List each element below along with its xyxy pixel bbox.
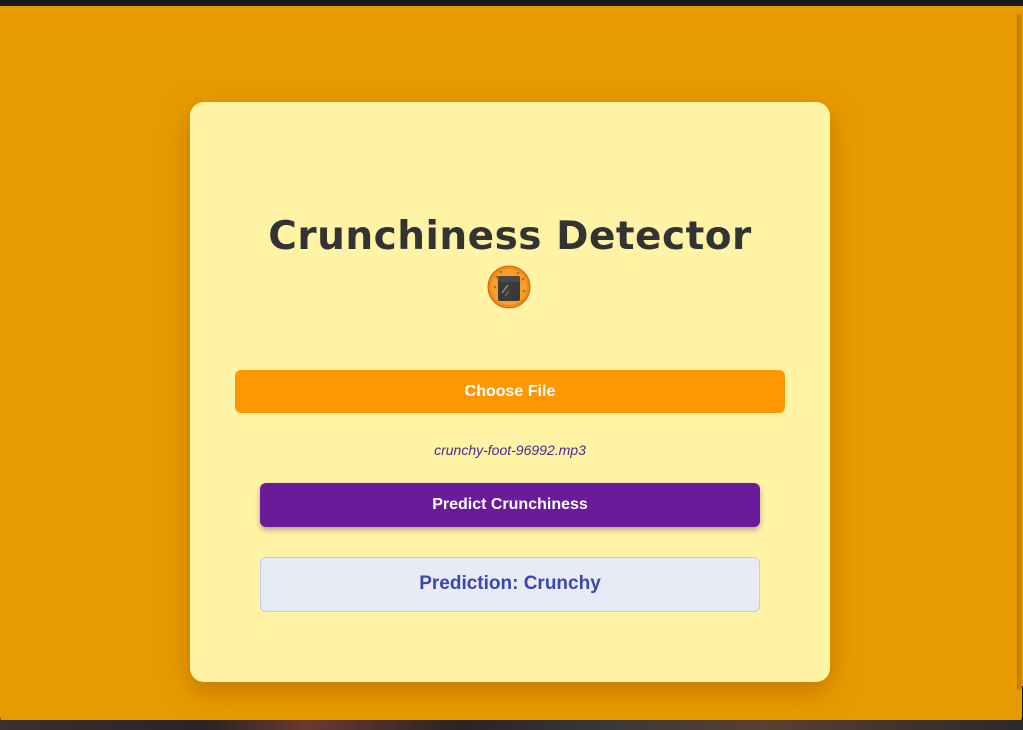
- scrollbar[interactable]: [1015, 6, 1023, 690]
- detector-card: Crunchiness Detector Choose File crunchy…: [190, 102, 830, 682]
- page-background: Crunchiness Detector Choose File crunchy…: [0, 6, 1022, 726]
- choose-file-button[interactable]: Choose File: [235, 370, 785, 413]
- window-bottom-edge: [0, 720, 1023, 730]
- cookie-icon: [487, 265, 531, 309]
- selected-file-name: crunchy-foot-96992.mp3: [434, 442, 586, 458]
- page-title: Crunchiness Detector: [268, 214, 752, 259]
- scrollbar-thumb[interactable]: [1017, 14, 1022, 690]
- predict-crunchiness-button[interactable]: Predict Crunchiness: [260, 483, 760, 527]
- prediction-result: Prediction: Crunchy: [260, 557, 760, 612]
